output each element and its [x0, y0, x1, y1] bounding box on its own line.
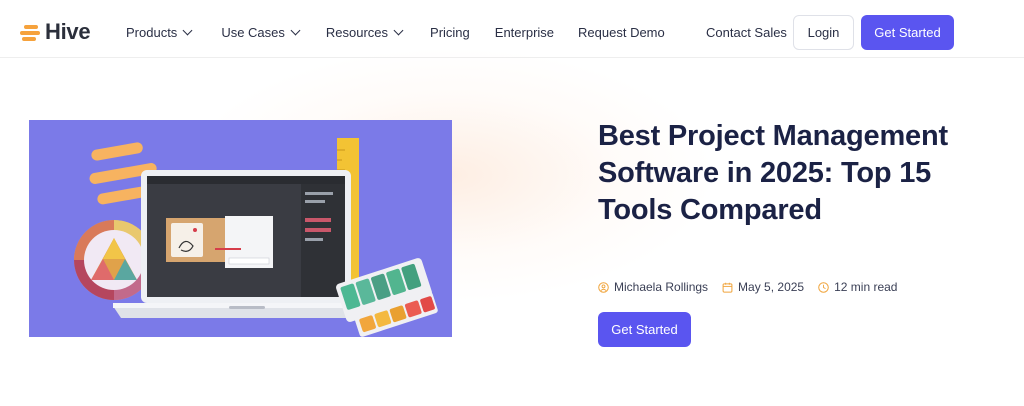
author-name[interactable]: Michaela Rollings — [614, 280, 708, 294]
nav-item-label: Resources — [325, 25, 389, 40]
read-time: 12 min read — [818, 280, 897, 294]
main-nav: Products Use Cases Resources Pricing Ent… — [126, 25, 665, 40]
nav-item-resources[interactable]: Resources — [325, 25, 404, 40]
calendar-icon — [722, 282, 733, 293]
hive-logo-icon — [20, 21, 42, 43]
login-button[interactable]: Login — [793, 15, 854, 50]
header-get-started-button[interactable]: Get Started — [861, 15, 954, 50]
chevron-down-icon — [182, 25, 193, 36]
nav-item-label: Pricing — [430, 25, 470, 40]
publish-date: May 5, 2025 — [722, 280, 804, 294]
nav-item-label: Enterprise — [494, 25, 555, 40]
nav-item-use-cases[interactable]: Use Cases — [221, 25, 301, 40]
date-text: May 5, 2025 — [738, 280, 805, 294]
hero-illustration — [29, 120, 452, 337]
logo[interactable]: Hive — [20, 19, 91, 45]
user-circle-icon — [598, 281, 609, 293]
clock-icon — [818, 281, 829, 293]
logo-text: Hive — [45, 19, 91, 44]
article-title: Best Project Management Software in 2025… — [598, 120, 948, 226]
chevron-down-icon — [393, 25, 404, 36]
laptop-illustration — [74, 138, 438, 337]
nav-item-label: Use Cases — [221, 25, 285, 40]
article-meta: Michaela Rollings May 5, 2025 12 min rea… — [598, 280, 911, 294]
author: Michaela Rollings — [598, 280, 708, 294]
hero-get-started-button[interactable]: Get Started — [598, 312, 691, 347]
laptop-screen — [141, 170, 351, 303]
nav-item-enterprise[interactable]: Enterprise — [495, 25, 554, 40]
nav-item-label: Products — [126, 25, 178, 40]
read-time-text: 12 min read — [834, 280, 898, 294]
contact-sales-link[interactable]: Contact Sales — [706, 25, 787, 40]
nav-item-label: Request Demo — [578, 25, 665, 40]
nav-item-request-demo[interactable]: Request Demo — [578, 25, 665, 40]
chevron-down-icon — [290, 25, 301, 36]
top-strip — [0, 0, 1024, 8]
laptop-base — [113, 303, 379, 318]
nav-item-products[interactable]: Products — [126, 25, 193, 40]
nav-item-pricing[interactable]: Pricing — [430, 25, 470, 40]
